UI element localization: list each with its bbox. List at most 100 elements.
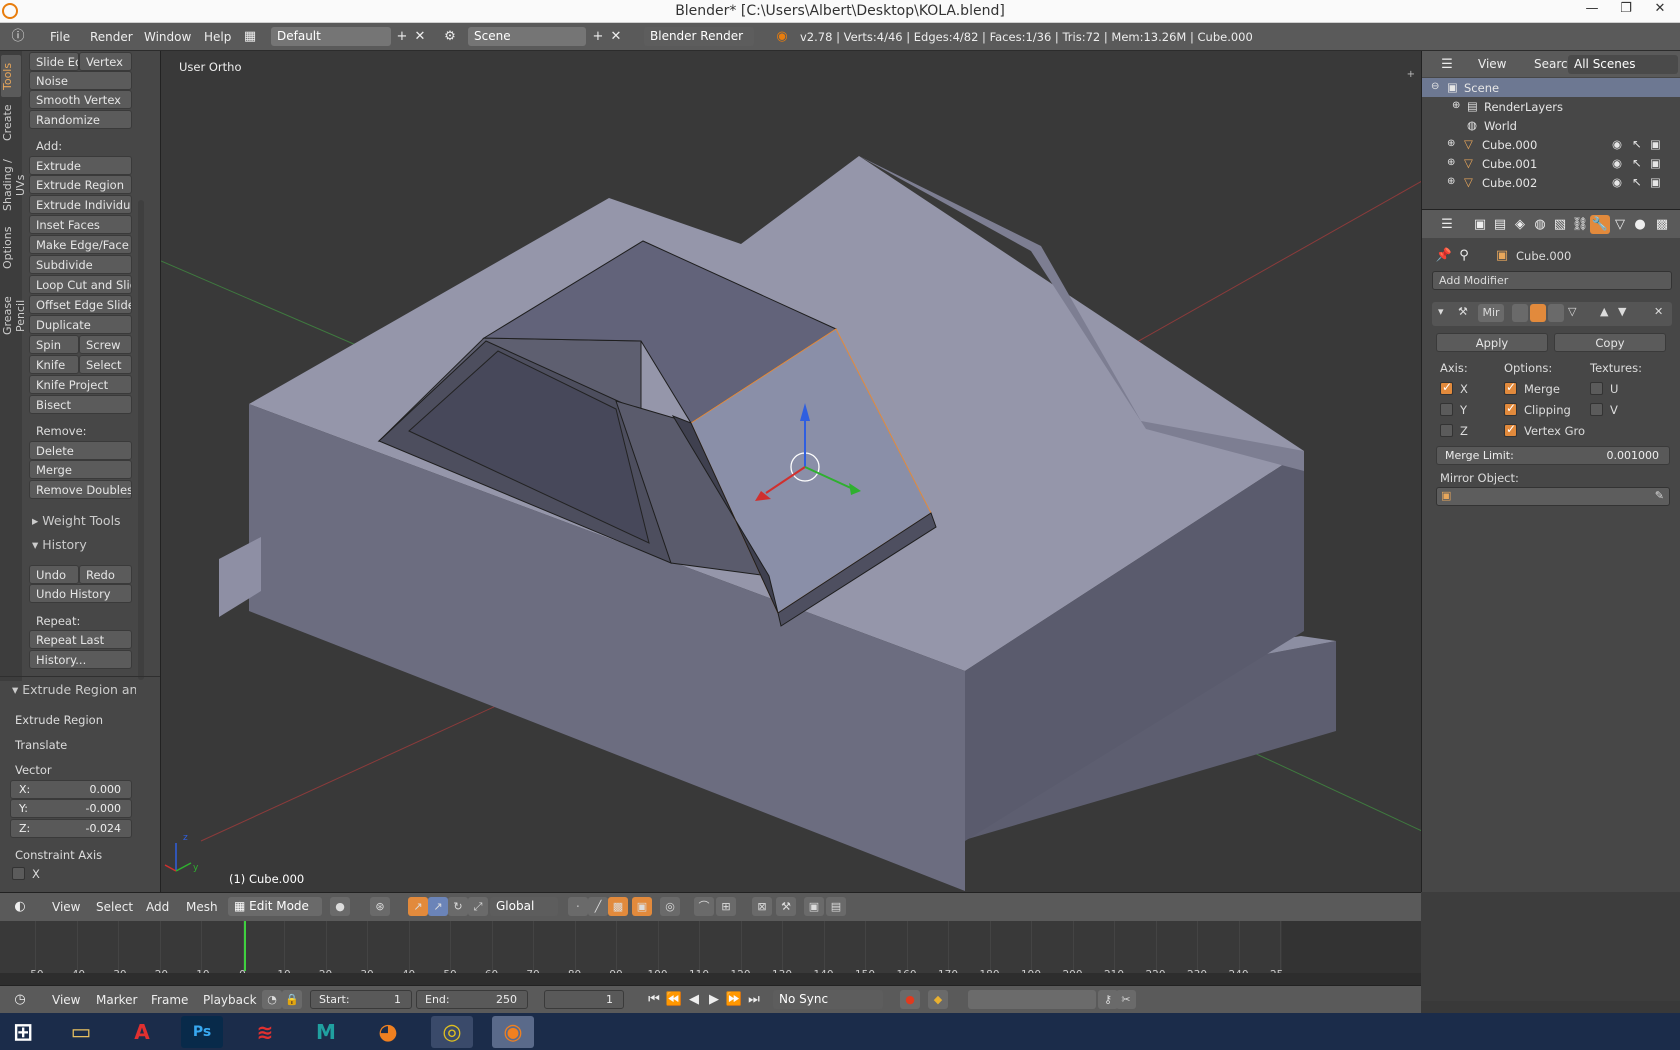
select-cursor-icon[interactable]: ↖ (1632, 156, 1642, 170)
undo-button[interactable]: Undo (29, 565, 79, 584)
merge-checkbox[interactable] (1504, 380, 1517, 395)
outliner-filter-select[interactable]: All Scenes (1568, 55, 1678, 74)
constraints-tab-icon[interactable]: ⛓ (1570, 215, 1590, 234)
3d-viewport[interactable]: User Ortho (1) Cube.000 z y + (160, 51, 1421, 892)
keying-set-field[interactable] (968, 990, 1096, 1009)
axis-x-checkbox[interactable] (1440, 380, 1453, 395)
windows-start-icon[interactable]: ⊞ (2, 1016, 44, 1048)
keyframe-type-icon[interactable]: ◆ (928, 990, 948, 1009)
knife-project-button[interactable]: Knife Project (29, 375, 132, 394)
render-camera-icon[interactable]: ▣ (1650, 156, 1661, 170)
randomize-button[interactable]: Randomize (29, 110, 132, 129)
close-button[interactable]: ✕ (1646, 1, 1674, 21)
current-frame-field[interactable]: 1 (544, 990, 624, 1009)
move-up-icon[interactable]: ▲ (1600, 305, 1608, 318)
auto-keying-icon[interactable]: ● (900, 990, 920, 1009)
end-frame-field[interactable]: End: 250 (416, 990, 528, 1009)
jump-end-icon[interactable]: ⏭ (744, 990, 764, 1009)
add-layout-icon[interactable]: + (392, 27, 412, 46)
merge-limit-field[interactable]: Merge Limit: 0.001000 (1436, 446, 1670, 465)
vector-z-field[interactable]: Z: -0.024 (10, 819, 132, 838)
expand-icon[interactable]: ⊕ (1447, 157, 1455, 168)
outliner-row-cube000[interactable]: ⊕ ▽ Cube.000 ◉ ↖ ▣ (1422, 135, 1680, 154)
knife-button[interactable]: Knife (29, 355, 79, 374)
noise-button[interactable]: Noise (29, 71, 132, 90)
delete-menu[interactable]: Delete (29, 441, 132, 460)
expand-icon[interactable]: ⊕ (1447, 176, 1455, 187)
modifiers-tab-icon[interactable]: 🔧 (1590, 215, 1610, 234)
modifier-viewport-toggle-icon[interactable] (1530, 304, 1546, 322)
scene-field[interactable]: Scene (468, 27, 586, 46)
remove-doubles-button[interactable]: Remove Doubles (29, 480, 132, 499)
texture-tab-icon[interactable]: ▩ (1652, 215, 1672, 234)
tab-options[interactable]: Options (1, 227, 21, 273)
rotate-manipulator-icon[interactable]: ↻ (448, 897, 468, 916)
pin-icon[interactable]: 📌 (1434, 246, 1454, 265)
render-engine-select[interactable]: Blender Render (644, 27, 754, 46)
select-cursor-icon[interactable]: ↖ (1632, 137, 1642, 151)
tab-create[interactable]: Create (1, 101, 21, 145)
move-down-icon[interactable]: ▼ (1618, 305, 1626, 318)
tl-menu-playback[interactable]: Playback (203, 993, 257, 1007)
mode-select[interactable]: ▦ Edit Mode (228, 897, 322, 916)
remove-modifier-icon[interactable]: ✕ (1654, 305, 1663, 318)
delete-keyframe-icon[interactable]: ✂ (1116, 990, 1136, 1009)
3d-view-editor-icon[interactable]: ◐ (10, 897, 30, 916)
play-reverse-icon[interactable]: ◀ (684, 990, 704, 1009)
tl-menu-view[interactable]: View (52, 993, 80, 1007)
render-preview-icon[interactable]: ⚒ (776, 897, 796, 916)
timeline[interactable]: -50-40-30-20-100102030405060708090100110… (0, 921, 1421, 981)
chrome-icon[interactable]: ◎ (431, 1016, 473, 1048)
translate-manipulator-icon[interactable]: ↗ (428, 897, 448, 916)
start-frame-field[interactable]: Start: 1 (310, 990, 412, 1009)
remove-layout-icon[interactable]: ✕ (410, 27, 430, 46)
visibility-eye-icon[interactable]: ◉ (1612, 175, 1622, 189)
snap-icon[interactable]: ⌒ (694, 897, 714, 916)
operator-panel-title[interactable]: ▾ Extrude Region and (12, 682, 136, 697)
extrude-button[interactable]: Extrude (29, 156, 132, 175)
axis-z-checkbox[interactable] (1440, 424, 1453, 437)
object-tab-icon[interactable]: ▧ (1550, 215, 1570, 234)
lock-range-icon[interactable]: 🔒 (282, 990, 302, 1009)
proportional-editing-icon[interactable]: ◎ (660, 897, 680, 916)
visibility-eye-icon[interactable]: ◉ (1612, 137, 1622, 151)
file-explorer-icon[interactable]: ▭ (60, 1016, 102, 1048)
axis-y-checkbox[interactable] (1440, 403, 1453, 416)
offset-edge-slide-button[interactable]: Offset Edge Slide (29, 295, 132, 314)
outliner-row-cube002[interactable]: ⊕ ▽ Cube.002 ◉ ↖ ▣ (1422, 173, 1680, 192)
use-preview-range-icon[interactable]: ◔ (262, 990, 282, 1009)
sketchup-icon[interactable]: ≋ (244, 1016, 286, 1048)
play-icon[interactable]: ▶ (704, 990, 724, 1009)
weight-tools-panel[interactable]: ▸ Weight Tools (32, 513, 121, 528)
outliner-row-scene[interactable]: ⊖ ▣ Scene (1422, 78, 1680, 97)
jump-keyframe-forward-icon[interactable]: ⏩ (724, 990, 744, 1009)
menu-add[interactable]: Add (146, 900, 169, 914)
modifier-name-field[interactable]: Mir (1478, 304, 1504, 322)
knife-select-button[interactable]: Select (79, 355, 132, 374)
face-select-icon[interactable]: ▩ (608, 897, 628, 916)
outliner-editor-icon[interactable]: ☰ (1437, 55, 1457, 74)
vector-x-field[interactable]: X: 0.000 (10, 780, 132, 799)
transform-orientation-select[interactable]: Global (490, 897, 558, 916)
tool-shelf-scrollbar[interactable] (138, 200, 144, 680)
menu-mesh[interactable]: Mesh (186, 900, 218, 914)
world-tab-icon[interactable]: ◍ (1530, 215, 1550, 234)
tab-grease-pencil[interactable]: Grease Pencil (1, 279, 27, 353)
slide-edge-button[interactable]: Slide Ed (29, 52, 79, 71)
outliner-row-renderlayers[interactable]: ⊕ ▤ RenderLayers (1422, 97, 1680, 116)
outliner-row-cube001[interactable]: ⊕ ▽ Cube.001 ◉ ↖ ▣ (1422, 154, 1680, 173)
tl-menu-marker[interactable]: Marker (96, 993, 137, 1007)
make-edge-face-button[interactable]: Make Edge/Face (29, 235, 132, 254)
merge-menu[interactable]: Merge (29, 460, 132, 479)
modifier-collapse-icon[interactable]: ▾ (1438, 305, 1444, 318)
material-tab-icon[interactable]: ● (1630, 215, 1650, 234)
mirror-object-field[interactable]: ▣ ✎ (1436, 487, 1670, 506)
vertex-groups-checkbox[interactable] (1504, 422, 1517, 437)
clipping-checkbox[interactable] (1504, 401, 1517, 416)
render-camera-icon[interactable]: ▣ (1650, 175, 1661, 189)
copy-button[interactable]: Copy (1554, 333, 1666, 352)
restore-button[interactable]: ❐ (1612, 1, 1640, 21)
repeat-last-button[interactable]: Repeat Last (29, 630, 132, 649)
texture-u-checkbox[interactable] (1590, 382, 1603, 395)
undo-history-button[interactable]: Undo History (29, 584, 132, 603)
